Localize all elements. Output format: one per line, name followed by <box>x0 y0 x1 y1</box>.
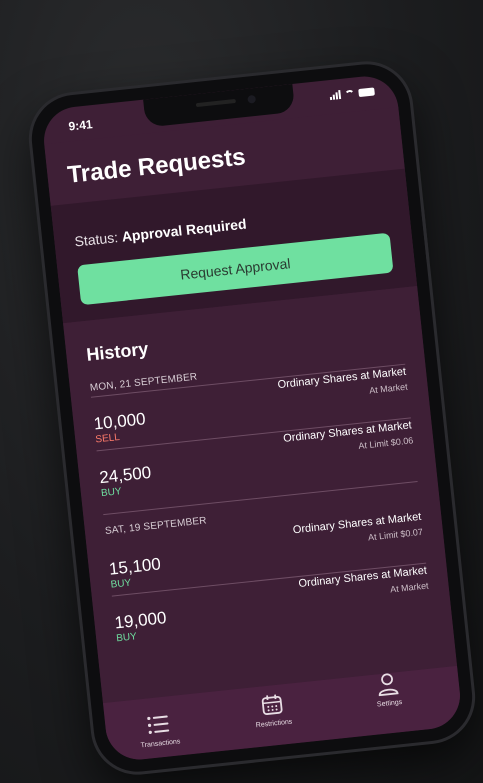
order-quantity: 10,000 <box>92 409 147 434</box>
status-label: Status: <box>73 229 119 250</box>
phone-frame: 9:41 Trade Requests Status: Approval Req… <box>27 60 477 776</box>
status-line: Status: Approval Required <box>74 216 247 250</box>
battery-icon <box>358 86 375 97</box>
phone-side-button <box>421 208 430 263</box>
order-quantity: 24,500 <box>98 462 153 488</box>
history-section: History MON, 21 SEPTEMBER Ordinary Share… <box>63 286 458 704</box>
status-value: Approval Required <box>120 215 248 245</box>
status-time: 9:41 <box>67 117 94 134</box>
status-icons <box>329 86 375 101</box>
order-quantity: 15,100 <box>108 554 162 579</box>
app-screen: 9:41 Trade Requests Status: Approval Req… <box>40 73 464 763</box>
speaker-grille <box>195 98 236 108</box>
page-title: Trade Requests <box>66 143 247 189</box>
history-title: History <box>85 338 150 365</box>
order-side: SELL <box>94 431 121 446</box>
order-side: BUY <box>110 577 132 591</box>
order-type: At Limit $0.07 <box>367 526 424 543</box>
signal-icon <box>329 89 342 101</box>
wifi-icon <box>344 89 356 99</box>
order-side: BUY <box>115 631 138 645</box>
order-quantity: 19,000 <box>113 608 168 633</box>
order-type: At Market <box>389 580 429 595</box>
order-type: At Market <box>368 381 409 396</box>
tab-restrictions[interactable]: Restrictions <box>226 687 319 732</box>
order-type: At Limit $0.06 <box>357 435 414 451</box>
order-side: BUY <box>100 486 123 500</box>
front-camera <box>247 94 257 104</box>
tab-transactions[interactable]: Transactions <box>112 707 205 752</box>
